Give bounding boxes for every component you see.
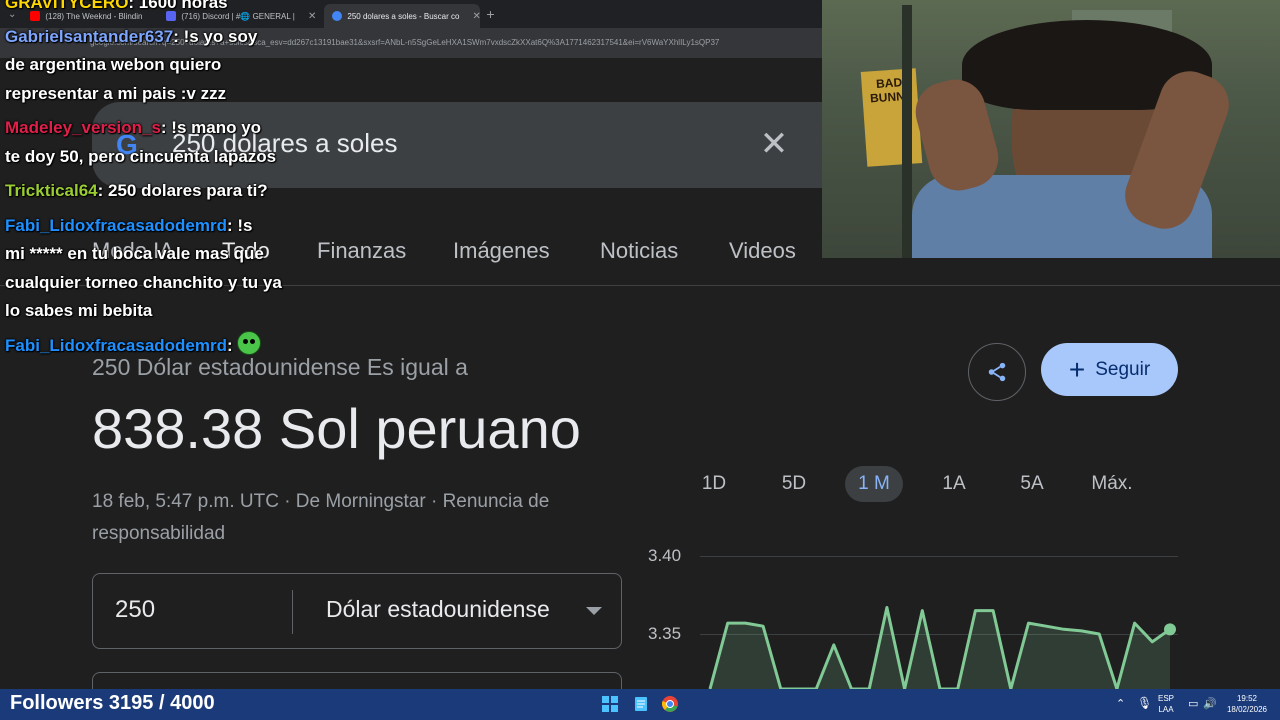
chat-message: GRAVITYCERO: 1600 horas bbox=[5, 0, 228, 17]
y-tick-label: 3.35 bbox=[648, 624, 682, 643]
chat-text: : bbox=[227, 336, 233, 355]
close-tab-icon[interactable]: ✕ bbox=[464, 11, 480, 22]
follow-label: Seguir bbox=[1095, 358, 1151, 380]
chat-text: de argentina webon quiero bbox=[5, 55, 222, 74]
chat-text: : 1600 horas bbox=[128, 0, 228, 12]
chevron-up-icon[interactable]: ⌃ bbox=[1116, 697, 1125, 710]
plus-icon: + bbox=[1068, 353, 1086, 385]
chat-text: cualquier torneo chanchito y tu ya bbox=[5, 273, 282, 292]
clock-time: 19:52 bbox=[1236, 694, 1258, 703]
chat-text: : !s mano yo bbox=[160, 118, 262, 137]
tab-finanzas[interactable]: Finanzas bbox=[317, 238, 406, 264]
volume-icon[interactable]: 🔊 bbox=[1203, 697, 1217, 710]
range-5d[interactable]: 5D bbox=[770, 466, 818, 502]
result-meta: 18 feb, 5:47 p.m. UTC · De Morningstar ·… bbox=[92, 491, 550, 544]
amount-input[interactable]: 250 bbox=[115, 596, 155, 624]
chat-text: : !s yo soy bbox=[173, 27, 258, 46]
network-icon[interactable]: ▭ bbox=[1188, 697, 1198, 710]
exchange-rate-chart bbox=[708, 606, 1176, 689]
chrome-icon[interactable] bbox=[662, 696, 678, 712]
chat-text: : 250 dolares para ti? bbox=[97, 181, 268, 200]
google-icon bbox=[332, 11, 343, 21]
y-tick-label: 3.40 bbox=[648, 546, 682, 565]
webcam-feed: BAD BUNNY bbox=[822, 0, 1280, 258]
dropdown-arrow-icon[interactable] bbox=[586, 607, 602, 615]
new-tab-button[interactable]: + bbox=[486, 6, 494, 22]
windows-taskbar: Followers 3195 / 4000 ⌃ 🎙 ESP LAA ▭ 🔊 19… bbox=[0, 689, 1280, 720]
language-indicator[interactable]: ESP LAA bbox=[1158, 693, 1174, 715]
microphone-icon[interactable]: 🎙 bbox=[1137, 696, 1152, 710]
chat-message: mi ***** en tu boca vale mas que bbox=[5, 240, 264, 268]
chat-message: lo sabes mi bebita bbox=[5, 297, 152, 325]
chat-username: Gabrielsantander637 bbox=[5, 27, 174, 46]
tab-noticias[interactable]: Noticias bbox=[600, 238, 678, 264]
chat-username: Fabi_Lidoxfracasadodemrd bbox=[5, 216, 228, 235]
chat-message: Gabrielsantander637: !s yo soy bbox=[5, 23, 257, 51]
chat-text: mi ***** en tu boca vale mas que bbox=[5, 244, 264, 263]
follow-button[interactable]: + Seguir bbox=[1041, 343, 1178, 396]
chat-username: Fabi_Lidoxfracasadodemrd bbox=[5, 336, 228, 355]
chat-message: Madeley_version_s: !s mano yo bbox=[5, 114, 261, 142]
door-frame bbox=[902, 5, 912, 258]
currency-select[interactable]: Dólar estadounidense bbox=[326, 596, 550, 623]
chat-text: te doy 50, pero cincuenta lapazos bbox=[5, 147, 277, 166]
share-button[interactable] bbox=[968, 343, 1026, 401]
chat-message: Fabi_Lidoxfracasadodemrd: bbox=[5, 331, 262, 360]
chat-message: representar a mi pais :v zzz bbox=[5, 80, 226, 108]
chat-message: te doy 50, pero cincuenta lapazos bbox=[5, 143, 276, 171]
chat-username: Tricktical64 bbox=[5, 181, 98, 200]
clock-date: 18/02/2026 bbox=[1226, 705, 1268, 714]
range-1m[interactable]: 1 M bbox=[845, 466, 903, 502]
chat-message: de argentina webon quiero bbox=[5, 51, 221, 79]
language-sub: LAA bbox=[1158, 705, 1174, 714]
converter-divider bbox=[292, 590, 293, 634]
tab-imagenes[interactable]: Imágenes bbox=[453, 238, 550, 264]
clear-search-button[interactable]: ✕ bbox=[758, 126, 790, 162]
clock[interactable]: 19:52 18/02/2026 bbox=[1222, 693, 1272, 715]
tab-videos[interactable]: Videos bbox=[729, 238, 796, 264]
chat-message: Tricktical64: 250 dolares para ti? bbox=[5, 177, 268, 205]
green-blob-emote bbox=[237, 331, 262, 355]
range-1a[interactable]: 1A bbox=[930, 466, 978, 502]
chart-area-fill bbox=[710, 607, 1170, 689]
notepad-icon[interactable] bbox=[633, 696, 649, 712]
range-max[interactable]: Máx. bbox=[1085, 466, 1139, 502]
language-code: ESP bbox=[1158, 694, 1175, 703]
chat-message: cualquier torneo chanchito y tu ya bbox=[5, 269, 282, 297]
close-tab-icon[interactable]: ✕ bbox=[300, 11, 316, 22]
range-1d[interactable]: 1D bbox=[690, 466, 738, 502]
poster: BAD BUNNY bbox=[860, 68, 923, 167]
result-value: 838.38 Sol peruano bbox=[92, 397, 581, 460]
chat-username: GRAVITYCERO bbox=[5, 0, 129, 12]
chat-text: representar a mi pais :v zzz bbox=[5, 84, 227, 103]
windows-start-icon[interactable] bbox=[602, 696, 618, 712]
followers-counter: Followers 3195 / 4000 bbox=[10, 692, 215, 714]
chat-text: : !s bbox=[227, 216, 253, 235]
tab-label: 250 dolares a soles - Buscar co bbox=[347, 11, 460, 21]
currency-converter-from: 250 Dólar estadounidense bbox=[92, 573, 622, 649]
chart-current-point[interactable] bbox=[1164, 623, 1176, 636]
chat-text: lo sabes mi bebita bbox=[5, 301, 153, 320]
chat-message: Fabi_Lidoxfracasadodemrd: !s bbox=[5, 212, 253, 240]
chat-username: Madeley_version_s bbox=[5, 118, 161, 137]
share-icon bbox=[988, 362, 1006, 382]
tab-google-search[interactable]: 250 dolares a soles - Buscar co ✕ bbox=[324, 4, 481, 28]
range-5a[interactable]: 5A bbox=[1008, 466, 1056, 502]
